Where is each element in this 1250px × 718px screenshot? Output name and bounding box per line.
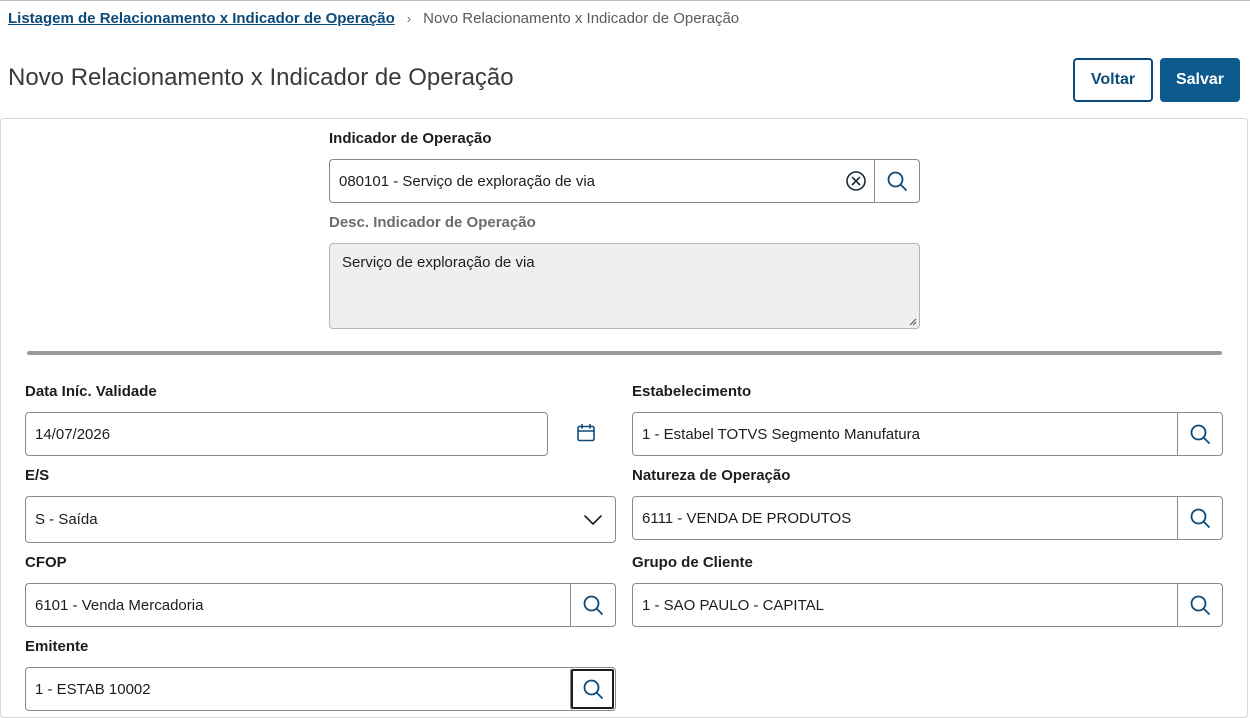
search-icon [1190,424,1210,444]
cfop-field[interactable]: 6101 - Venda Mercadoria [25,583,616,627]
chevron-right-icon: › [406,11,412,26]
emitente-value[interactable]: 1 - ESTAB 10002 [26,681,570,698]
desc-indicador-value: Serviço de exploração de via [342,254,535,271]
grupo-cliente-field[interactable]: 1 - SAO PAULO - CAPITAL [632,583,1223,627]
indicador-value[interactable]: 080101 - Serviço de exploração de via [330,173,838,190]
estabelecimento-lookup-button[interactable] [1177,413,1222,455]
back-button[interactable]: Voltar [1073,58,1153,102]
cfop-value[interactable]: 6101 - Venda Mercadoria [26,597,570,614]
natureza-lookup-button[interactable] [1177,497,1222,539]
natureza-field[interactable]: 6111 - VENDA DE PRODUTOS [632,496,1223,540]
page-title: Novo Relacionamento x Indicador de Opera… [8,64,514,91]
desc-indicador-label: Desc. Indicador de Operação [329,214,536,231]
breadcrumb-current: Novo Relacionamento x Indicador de Opera… [423,10,740,27]
estabelecimento-field[interactable]: 1 - Estabel TOTVS Segmento Manufatura [632,412,1223,456]
es-label: E/S [25,467,50,484]
emitente-label: Emitente [25,638,89,655]
save-button[interactable]: Salvar [1160,58,1240,102]
breadcrumb: Listagem de Relacionamento x Indicador d… [8,10,739,27]
grupo-cliente-lookup-button[interactable] [1177,584,1222,626]
search-icon [583,679,603,699]
indicador-label: Indicador de Operação [329,130,492,147]
emitente-field[interactable]: 1 - ESTAB 10002 [25,667,616,711]
grupo-cliente-value[interactable]: 1 - SAO PAULO - CAPITAL [633,597,1177,614]
cfop-label: CFOP [25,554,67,571]
estabelecimento-label: Estabelecimento [632,383,752,400]
es-select[interactable]: S - Saída [25,496,616,543]
search-icon [1190,595,1210,615]
desc-indicador-textarea: Serviço de exploração de via [329,243,920,329]
data-inic-field[interactable]: 14/07/2026 [25,412,548,456]
emitente-lookup-button[interactable] [570,668,615,710]
es-value[interactable]: S - Saída [26,511,583,528]
cfop-lookup-button[interactable] [570,584,615,626]
data-inic-label: Data Iníc. Validade [25,383,157,400]
search-icon [887,171,907,191]
calendar-icon[interactable] [576,423,596,443]
data-inic-value[interactable]: 14/07/2026 [26,426,547,443]
indicador-field[interactable]: 080101 - Serviço de exploração de via [329,159,920,203]
natureza-value[interactable]: 6111 - VENDA DE PRODUTOS [633,510,1177,527]
chevron-down-icon[interactable] [583,514,615,526]
grupo-cliente-label: Grupo de Cliente [632,554,753,571]
top-border [0,0,1250,1]
breadcrumb-link-listagem[interactable]: Listagem de Relacionamento x Indicador d… [8,10,395,27]
search-icon [1190,508,1210,528]
search-icon [583,595,603,615]
resize-handle-icon[interactable] [909,318,917,326]
clear-circle-icon[interactable] [838,160,874,202]
estabelecimento-value[interactable]: 1 - Estabel TOTVS Segmento Manufatura [633,426,1177,443]
section-divider [27,351,1222,355]
indicador-lookup-button[interactable] [874,160,919,202]
natureza-label: Natureza de Operação [632,467,791,484]
